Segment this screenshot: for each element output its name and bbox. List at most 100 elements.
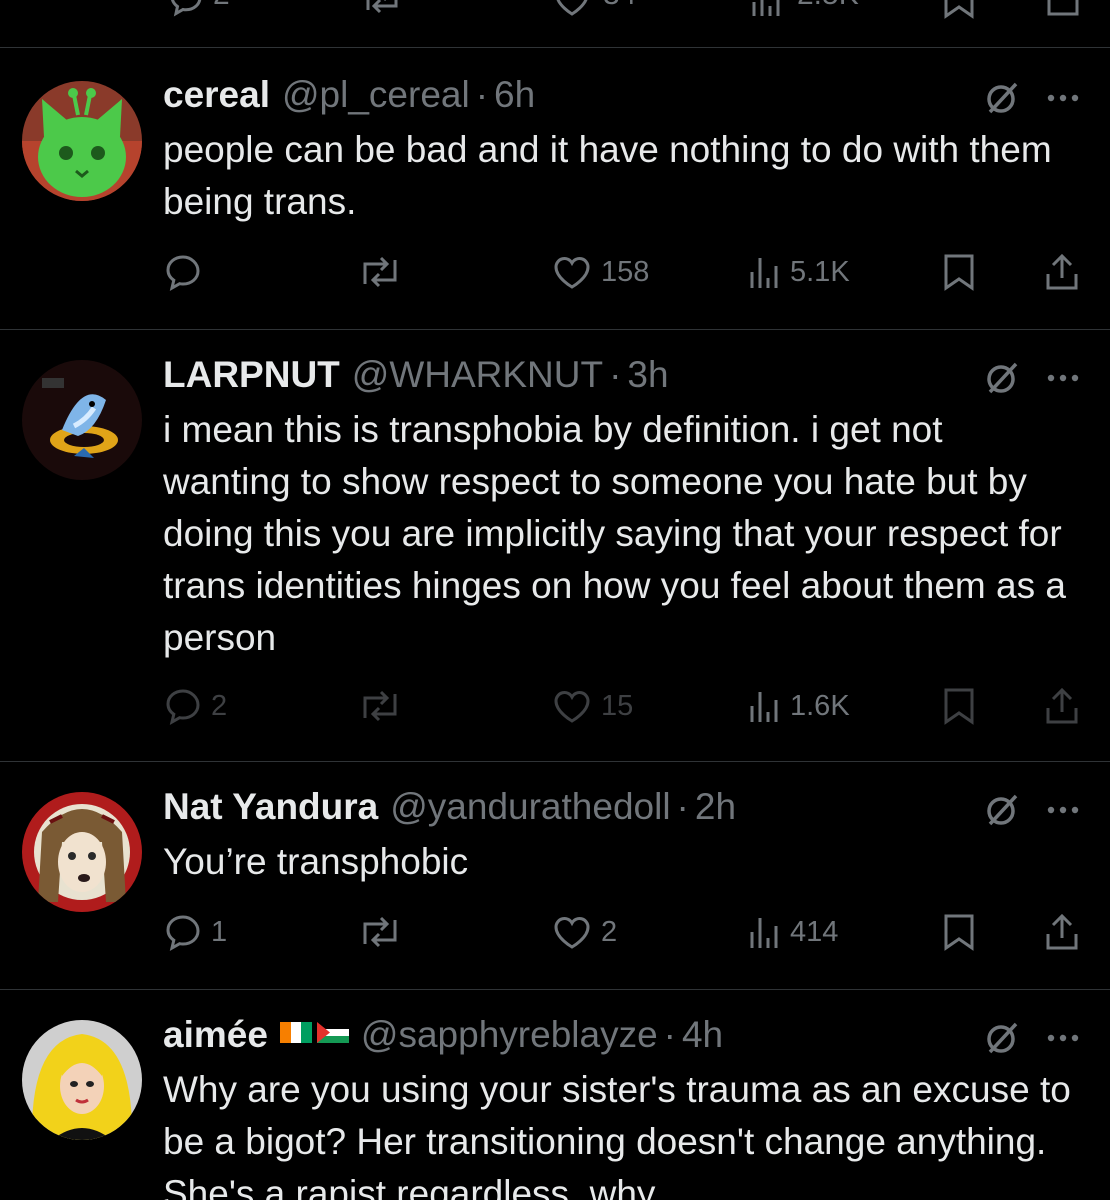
like-count: 15 [601, 689, 634, 722]
repost-icon [357, 686, 403, 726]
like-icon [551, 252, 593, 292]
grok-icon[interactable] [984, 792, 1020, 828]
reply-tweet-nat-yandura[interactable]: Nat Yandura @yandurathedoll · 2h You’re … [0, 762, 1110, 990]
separator: · [676, 786, 689, 827]
like-icon [551, 686, 593, 726]
repost-button[interactable] [357, 912, 403, 952]
views-icon [748, 912, 782, 952]
flag-emojis [279, 1022, 349, 1043]
reply-tweet-cereal[interactable]: cereal @pl_cereal · 6h people can be bad… [0, 48, 1110, 330]
reply-tweet-aimee[interactable]: aimée @sapphyreblayze · 4h Why are you u… [0, 990, 1110, 1200]
tweet-text: people can be bad and it have nothing to… [163, 129, 1052, 222]
like-count: 34 [603, 0, 636, 12]
more-options-icon[interactable] [1046, 373, 1080, 383]
views-icon [748, 686, 782, 726]
share-icon [1043, 686, 1081, 726]
avatar[interactable] [22, 792, 142, 912]
views-button[interactable]: 1.6K [748, 686, 850, 726]
repost-button[interactable] [357, 686, 403, 726]
reply-button[interactable]: 1 [163, 912, 227, 952]
views-count: 2.5K [797, 0, 859, 12]
user-handle[interactable]: @pl_cereal [282, 74, 470, 116]
separator: · [475, 74, 489, 115]
grok-icon[interactable] [984, 80, 1020, 116]
repost-button[interactable] [357, 252, 403, 292]
separator: · [609, 354, 622, 395]
tweet-header: LARPNUT @WHARKNUT · 3h [163, 354, 1080, 404]
like-count: 158 [601, 255, 650, 288]
like-icon [551, 912, 593, 952]
views-icon [748, 252, 782, 292]
like-button[interactable]: 2 [551, 912, 617, 952]
like-count: 2 [601, 915, 618, 948]
reply-count: 2 [211, 689, 228, 722]
repost-icon [357, 252, 403, 292]
bookmark-icon [941, 686, 977, 726]
more-options-icon[interactable] [1046, 1033, 1080, 1043]
reply-button[interactable]: 2 [163, 686, 227, 726]
user-handle[interactable]: @yandurathedoll [390, 786, 670, 828]
share-button[interactable] [1043, 686, 1081, 726]
bookmark-button[interactable] [941, 686, 977, 726]
timestamp[interactable]: 3h [627, 354, 668, 396]
previous-tweet-action-bar: 2 34 2.5K [0, 0, 1110, 48]
separator: · [663, 1014, 676, 1055]
like-button[interactable]: 158 [551, 252, 649, 292]
display-name[interactable]: aimée [163, 1014, 268, 1056]
user-handle[interactable]: @WHARKNUT [352, 354, 603, 396]
share-icon [1043, 252, 1081, 292]
reply-count: 1 [211, 915, 228, 948]
grok-icon[interactable] [984, 1020, 1020, 1056]
views-button[interactable]: 414 [748, 912, 838, 952]
reply-icon [163, 912, 203, 952]
palestine-flag-icon [316, 1022, 349, 1043]
reply-tweet-larpnut[interactable]: LARPNUT @WHARKNUT · 3h i mean this is tr… [0, 330, 1110, 762]
tweet-text: i mean this is transphobia by definition… [163, 409, 1066, 658]
reply-count: 2 [213, 0, 230, 12]
views-icon[interactable] [750, 0, 782, 25]
display-name[interactable]: LARPNUT [163, 354, 340, 396]
display-name[interactable]: cereal [163, 74, 270, 116]
like-icon[interactable] [552, 0, 592, 25]
bookmark-button[interactable] [941, 912, 977, 952]
views-count: 414 [790, 915, 839, 948]
timestamp[interactable]: 2h [695, 786, 736, 828]
repost-icon[interactable] [360, 0, 404, 25]
bookmark-icon [941, 252, 977, 292]
more-options-icon[interactable] [1046, 805, 1080, 815]
more-options-icon[interactable] [1046, 93, 1080, 103]
bookmark-icon[interactable] [942, 0, 976, 25]
reply-button[interactable] [163, 252, 211, 292]
tweet-header: cereal @pl_cereal · 6h [163, 74, 1080, 124]
share-button[interactable] [1043, 252, 1081, 292]
share-icon[interactable] [1045, 0, 1081, 25]
reply-icon[interactable] [168, 0, 204, 25]
tweet-text: You’re transphobic [163, 841, 469, 882]
timestamp[interactable]: 6h [494, 74, 535, 116]
views-count: 1.6K [790, 689, 850, 722]
tweet-text: Why are you using your sister's trauma a… [163, 1069, 1071, 1200]
share-button[interactable] [1043, 912, 1081, 952]
bookmark-icon [941, 912, 977, 952]
repost-icon [357, 912, 403, 952]
grok-icon[interactable] [984, 360, 1020, 396]
like-button[interactable]: 15 [551, 686, 633, 726]
user-handle[interactable]: @sapphyreblayze [361, 1014, 658, 1056]
timestamp[interactable]: 4h [682, 1014, 723, 1056]
views-count: 5.1K [790, 255, 850, 288]
share-icon [1043, 912, 1081, 952]
display-name[interactable]: Nat Yandura [163, 786, 378, 828]
tweet-header: Nat Yandura @yandurathedoll · 2h [163, 786, 1080, 836]
tweet-header: aimée @sapphyreblayze · 4h [163, 1014, 1080, 1064]
avatar[interactable] [22, 81, 142, 201]
action-bar: 1 2 414 [163, 912, 1082, 956]
avatar[interactable] [22, 360, 142, 480]
views-button[interactable]: 5.1K [748, 252, 850, 292]
ivory-coast-flag-icon [279, 1022, 312, 1043]
reply-icon [163, 686, 203, 726]
avatar[interactable] [22, 1020, 142, 1140]
bookmark-button[interactable] [941, 252, 977, 292]
reply-icon [163, 252, 203, 292]
action-bar: 2 15 1.6K [163, 686, 1082, 730]
action-bar: 158 5.1K [163, 252, 1082, 296]
